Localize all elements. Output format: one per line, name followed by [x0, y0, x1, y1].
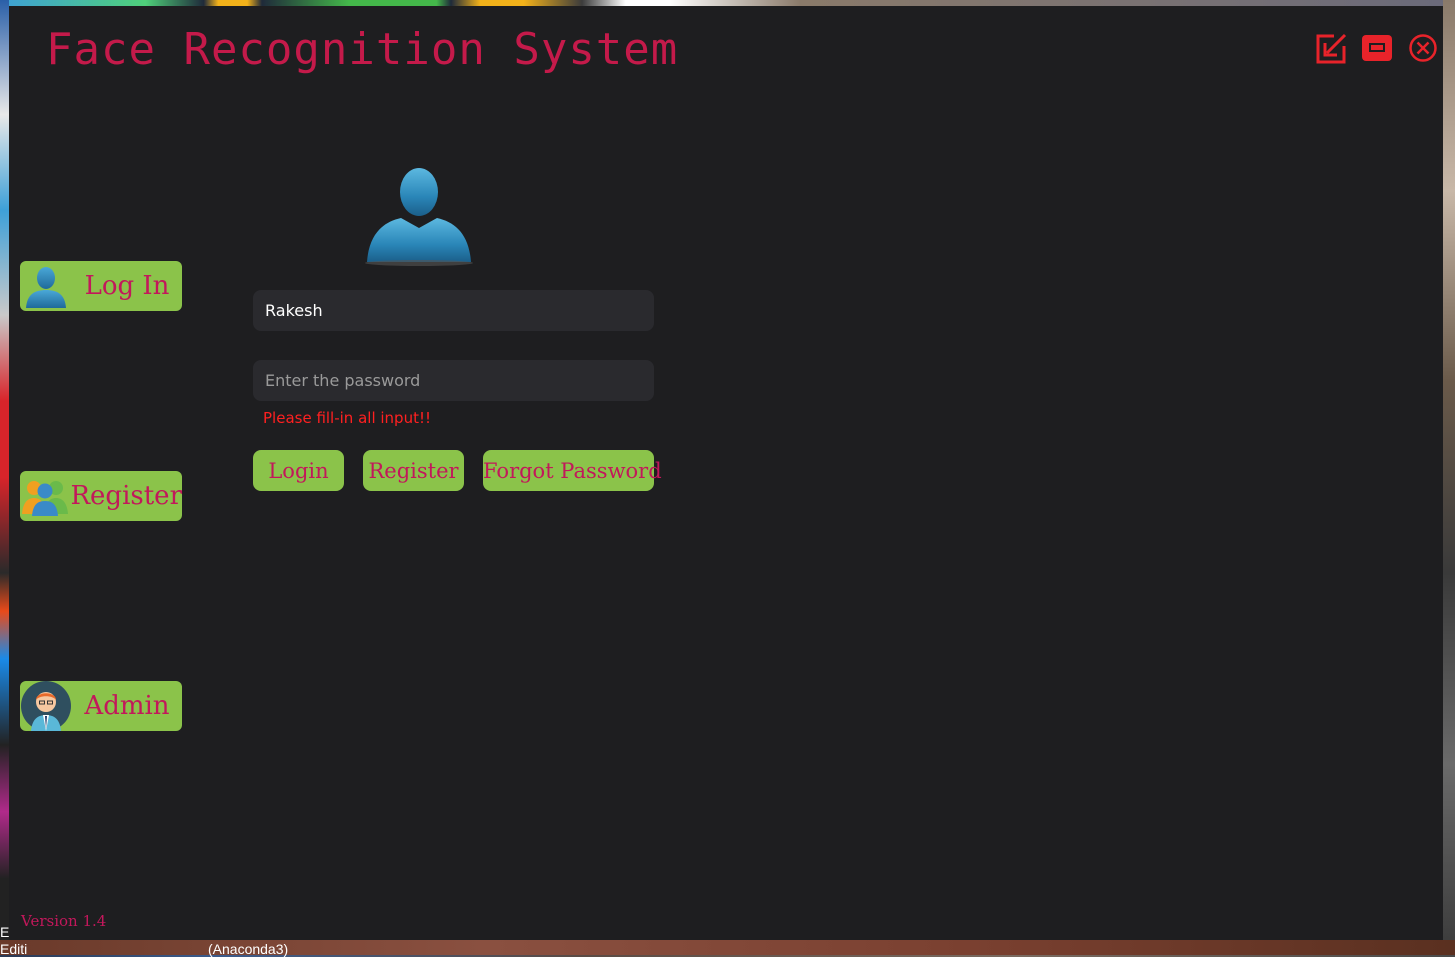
sidebar-item-register[interactable]: Register — [20, 471, 182, 521]
username-field[interactable] — [253, 290, 654, 331]
user-silhouette-icon — [20, 261, 72, 311]
maximize-box-icon — [1362, 35, 1392, 61]
error-message: Please fill-in all input!! — [263, 409, 431, 427]
desktop-icon-label: E — [0, 924, 10, 940]
app-title: Face Recognition System — [46, 24, 679, 75]
forgot-password-button[interactable]: Forgot Password — [483, 450, 662, 491]
user-avatar-icon — [361, 164, 481, 270]
desktop-background-right — [1443, 0, 1455, 955]
sidebar-item-login[interactable]: Log In — [20, 261, 182, 311]
desktop-background-left — [0, 0, 9, 955]
sidebar-item-admin[interactable]: Admin — [20, 681, 182, 731]
sidebar-item-label: Admin — [84, 691, 170, 721]
login-button[interactable]: Login — [253, 450, 344, 491]
users-group-icon — [20, 471, 70, 521]
close-circle-icon — [1409, 34, 1437, 62]
minimize-arrow-icon — [1316, 32, 1348, 64]
sidebar-item-label: Log In — [84, 271, 170, 301]
admin-avatar-icon — [20, 681, 72, 731]
close-button[interactable] — [1407, 32, 1439, 64]
maximize-button[interactable] — [1361, 32, 1393, 64]
sidebar-item-label: Register — [70, 481, 182, 511]
password-field[interactable] — [253, 360, 654, 401]
app-window: Face Recognition System Log In Register … — [9, 6, 1443, 940]
minimize-button[interactable] — [1316, 32, 1348, 64]
register-button[interactable]: Register — [363, 450, 464, 491]
version-label: Version 1.4 — [21, 912, 107, 930]
